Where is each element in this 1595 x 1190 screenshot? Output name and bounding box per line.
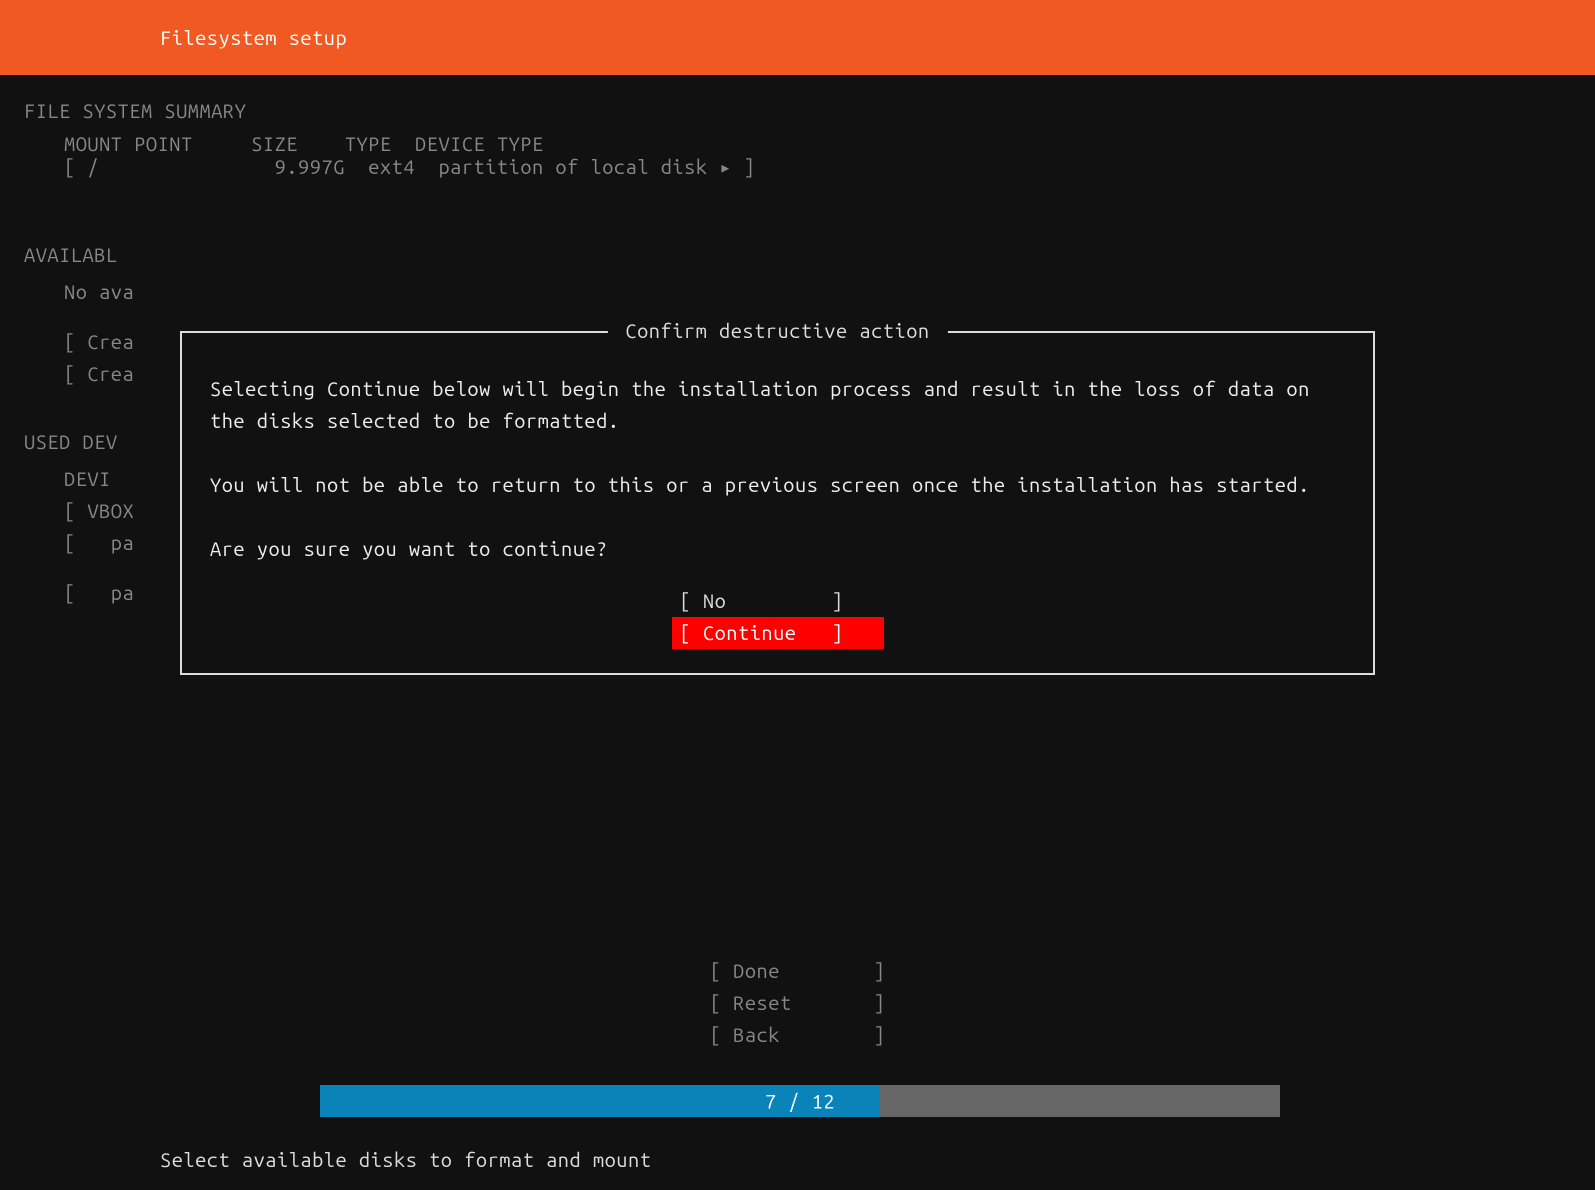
bracket-close: ] xyxy=(744,155,756,178)
main-area: FILE SYSTEM SUMMARY MOUNT POINT SIZE TYP… xyxy=(0,75,1595,609)
back-button[interactable]: [ Back ] xyxy=(710,1019,886,1051)
dialog-buttons: [ No ] [ Continue ] xyxy=(210,585,1345,649)
col-type: TYPE xyxy=(345,132,392,155)
summary-row[interactable]: [ / 9.997G ext4 partition of local disk … xyxy=(24,155,1595,179)
available-none: No ava xyxy=(24,276,1595,308)
cell-mount: / xyxy=(87,155,99,178)
col-mount: MOUNT POINT xyxy=(64,132,193,155)
page-title: Filesystem setup xyxy=(160,26,347,49)
continue-button[interactable]: [ Continue ] xyxy=(672,617,884,649)
summary-table-header: MOUNT POINT SIZE TYPE DEVICE TYPE xyxy=(24,132,1595,155)
chevron-right-icon: ▸ xyxy=(719,155,732,179)
bottom-buttons: [ Done ] [ Reset ] [ Back ] xyxy=(0,955,1595,1051)
col-size: SIZE xyxy=(251,132,298,155)
progress-bar: 7 / 12 xyxy=(320,1085,1280,1117)
progress-text: 7 / 12 xyxy=(765,1090,835,1113)
dialog-paragraph-2: You will not be able to return to this o… xyxy=(210,469,1345,501)
bracket-open: [ xyxy=(64,155,76,178)
cell-devtype: partition of local disk xyxy=(438,155,707,178)
col-devtype: DEVICE TYPE xyxy=(415,132,544,155)
reset-button[interactable]: [ Reset ] xyxy=(710,987,886,1019)
dialog-paragraph-1: Selecting Continue below will begin the … xyxy=(210,373,1345,437)
footer-hint: Select available disks to format and mou… xyxy=(160,1148,651,1171)
summary-heading: FILE SYSTEM SUMMARY xyxy=(24,99,1595,122)
cell-type: ext4 xyxy=(368,155,415,178)
confirm-dialog: Confirm destructive action Selecting Con… xyxy=(180,331,1375,675)
available-heading: AVAILABL xyxy=(24,243,1595,266)
header-bar: Filesystem setup xyxy=(0,0,1595,75)
cell-size: 9.997G xyxy=(275,155,345,178)
dialog-title: Confirm destructive action xyxy=(607,319,947,342)
dialog-paragraph-3: Are you sure you want to continue? xyxy=(210,533,1345,565)
no-button[interactable]: [ No ] xyxy=(672,585,884,617)
dialog-body: Selecting Continue below will begin the … xyxy=(210,373,1345,565)
done-button[interactable]: [ Done ] xyxy=(710,955,886,987)
